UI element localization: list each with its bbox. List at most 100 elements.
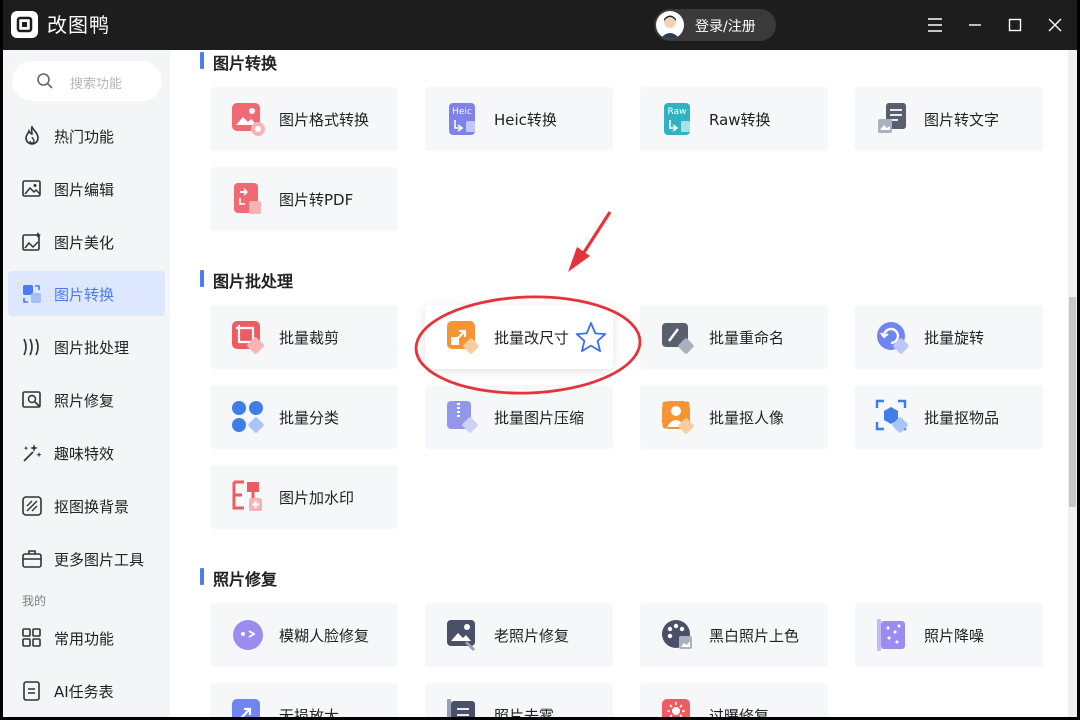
card-image-to-text[interactable]: 图片转文字 [855,87,1043,151]
sidebar-section-mine: 我的 [22,594,47,608]
card-defog[interactable]: 照片去雾 [425,683,613,717]
sidebar-item-label: 趣味特效 [54,445,115,463]
card-image-to-pdf[interactable]: 图片转PDF [210,167,398,231]
sidebar: 搜索功能 热门功能 图片编辑 图片美化 图片转换 图片批处理 照片修复 趣味特效… [3,50,170,717]
card-label: 照片去雾 [494,707,555,717]
photo-repair-icon [21,389,43,415]
sidebar-item-effects[interactable]: 趣味特效 [8,430,165,475]
card-old-photo-repair[interactable]: 老照片修复 [425,603,613,667]
minimize-icon[interactable] [962,12,988,38]
defog-icon [445,697,481,717]
card-label: 图片加水印 [279,489,355,507]
face-repair-icon [230,617,266,653]
card-batch-cutout-person[interactable]: 批量抠人像 [640,385,828,449]
sidebar-item-hot[interactable]: 热门功能 [8,113,165,158]
grid-icon [21,627,43,653]
sidebar-item-label: 图片转换 [54,286,115,304]
card-label: 批量抠物品 [924,409,1000,427]
card-batch-resize[interactable]: 批量改尺寸 [425,305,613,369]
classify-icon [230,399,266,435]
cutout-object-icon [875,399,911,435]
card-label: 无损放大 [279,707,340,717]
card-label: 黑白照片上色 [709,627,800,645]
sidebar-item-label: 抠图换背景 [54,498,130,516]
sidebar-item-more-tools[interactable]: 更多图片工具 [8,536,165,581]
batch-icon [21,336,43,362]
cutout-icon [21,495,43,521]
card-label: 老照片修复 [494,627,570,645]
card-lossless-upscale[interactable]: 无损放大 [210,683,398,717]
card-batch-crop[interactable]: 批量裁剪 [210,305,398,369]
app-title: 改图鸭 [47,13,110,37]
title-bar: 改图鸭 登录/注册 [0,0,1080,50]
image-convert-icon [21,283,43,309]
sidebar-item-label: 图片批处理 [54,339,130,357]
sidebar-item-ai-tasks[interactable]: AI任务表 [8,668,165,713]
card-batch-compress[interactable]: 批量图片压缩 [425,385,613,449]
menu-icon[interactable] [922,12,948,38]
card-heic-convert[interactable]: Heic Heic转换 [425,87,613,151]
sidebar-item-batch[interactable]: 图片批处理 [8,324,165,369]
close-icon[interactable] [1042,12,1068,38]
sidebar-item-label: 图片编辑 [54,181,115,199]
flame-icon [21,125,43,151]
card-batch-classify[interactable]: 批量分类 [210,385,398,449]
sidebar-item-image-beautify[interactable]: 图片美化 [8,219,165,264]
card-denoise[interactable]: 照片降噪 [855,603,1043,667]
card-raw-convert[interactable]: Raw Raw转换 [640,87,828,151]
login-label: 登录/注册 [695,19,756,35]
card-batch-rotate[interactable]: 批量旋转 [855,305,1043,369]
upscale-icon [230,697,266,717]
sidebar-item-label: 热门功能 [54,128,115,146]
cutout-person-icon [660,399,696,435]
search-input[interactable]: 搜索功能 [12,61,162,101]
card-blur-face-repair[interactable]: 模糊人脸修复 [210,603,398,667]
app-logo-icon [11,11,38,38]
card-label: 过曝修复 [709,707,770,717]
image-to-text-icon [875,101,911,137]
section-title-batch: 图片批处理 [200,268,293,292]
raw-file-icon: Raw [660,101,696,137]
scrollbar-thumb[interactable] [1069,297,1076,507]
task-list-icon [21,680,43,706]
card-colorize[interactable]: 黑白照片上色 [640,603,828,667]
card-label: 批量抠人像 [709,409,785,427]
sidebar-item-label: AI任务表 [54,683,114,701]
card-label: 模糊人脸修复 [279,627,370,645]
search-icon [36,72,54,94]
compress-icon [445,399,481,435]
card-batch-cutout-object[interactable]: 批量抠物品 [855,385,1043,449]
crop-icon [230,319,266,355]
section-title-repair: 照片修复 [200,566,277,590]
sidebar-item-photo-repair[interactable]: 照片修复 [8,377,165,422]
svg-text:Raw: Raw [668,107,687,117]
image-to-pdf-icon [230,181,266,217]
palette-icon [660,617,696,653]
sidebar-item-label: 常用功能 [54,630,115,648]
card-label: 批量旋转 [924,329,985,347]
sidebar-item-image-edit[interactable]: 图片编辑 [8,166,165,211]
card-batch-rename[interactable]: 批量重命名 [640,305,828,369]
card-label: 批量裁剪 [279,329,340,347]
card-label: 批量重命名 [709,329,785,347]
card-image-format-convert[interactable]: 图片格式转换 [210,87,398,151]
card-add-watermark[interactable]: 图片加水印 [210,465,398,529]
search-placeholder: 搜索功能 [70,77,123,92]
old-photo-icon [445,617,481,653]
resize-icon [445,319,481,355]
login-button[interactable]: 登录/注册 [654,9,776,41]
sidebar-item-label: 更多图片工具 [54,551,145,569]
image-format-icon [230,101,266,137]
maximize-icon[interactable] [1002,12,1028,38]
card-label: 批量分类 [279,409,340,427]
sidebar-item-cutout[interactable]: 抠图换背景 [8,483,165,528]
watermark-icon [230,479,266,515]
vertical-scrollbar[interactable] [1068,50,1077,717]
card-overexposure-repair[interactable]: 过曝修复 [640,683,828,717]
sidebar-item-favorites[interactable]: 常用功能 [8,615,165,660]
image-edit-icon [21,178,43,204]
image-beautify-icon [21,231,43,257]
sidebar-item-image-convert[interactable]: 图片转换 [8,271,165,316]
card-label: 照片降噪 [924,627,985,645]
rotate-icon [875,319,911,355]
